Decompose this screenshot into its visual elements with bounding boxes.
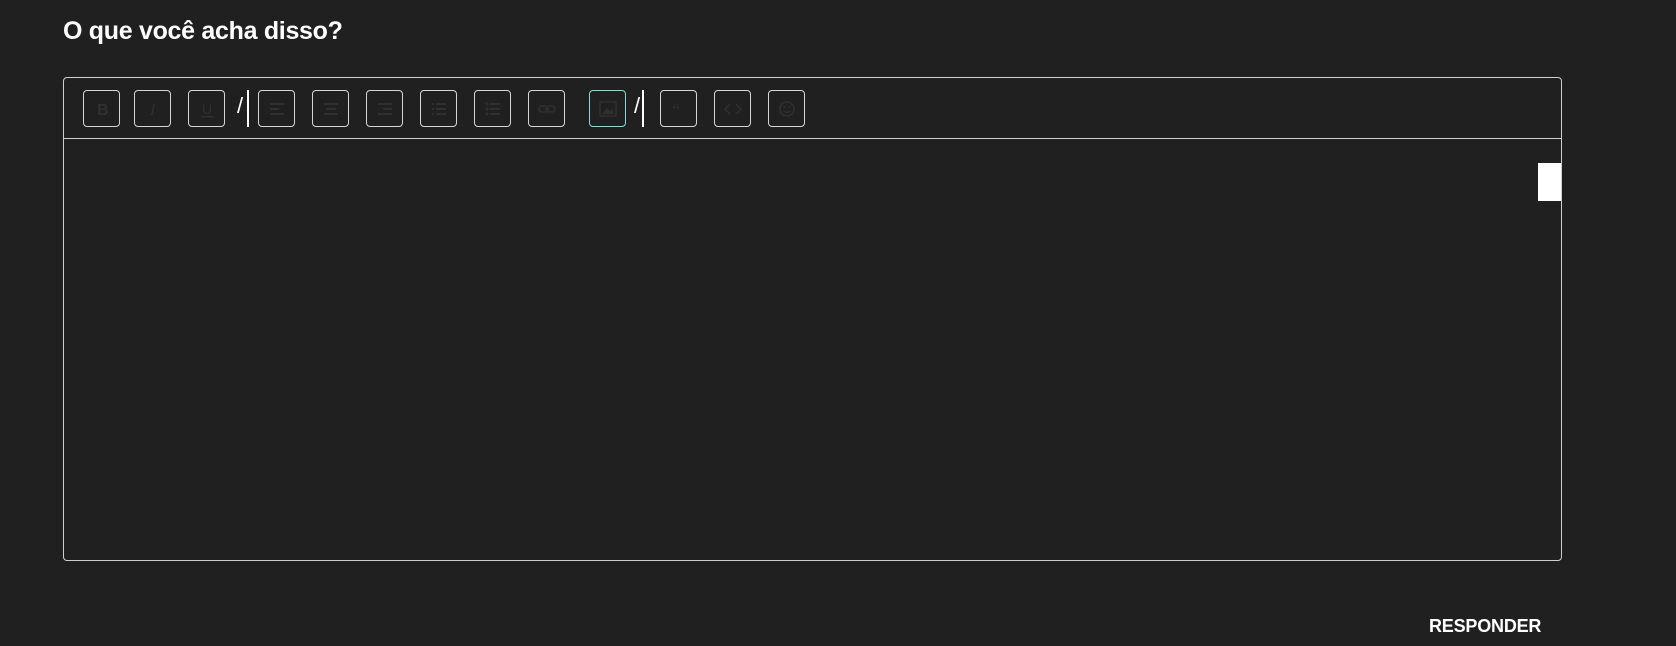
scrollbar-thumb[interactable] bbox=[1538, 163, 1561, 201]
italic-icon[interactable]: I bbox=[134, 90, 171, 127]
comment-form: O que você acha disso? B I U / / “ RESPO… bbox=[0, 0, 1676, 646]
underline-icon[interactable]: U bbox=[188, 90, 225, 127]
editor-toolbar: B I U / / “ bbox=[64, 78, 1561, 139]
align-left-icon[interactable] bbox=[258, 90, 295, 127]
list-bullet-icon[interactable] bbox=[474, 90, 511, 127]
svg-text:“: “ bbox=[672, 100, 680, 119]
toolbar-divider bbox=[642, 90, 644, 127]
emoji-icon[interactable] bbox=[768, 90, 805, 127]
list-ordered-icon[interactable] bbox=[420, 90, 457, 127]
rich-text-editor: B I U / / “ bbox=[63, 77, 1562, 561]
svg-text:B: B bbox=[97, 102, 109, 119]
svg-text:I: I bbox=[149, 102, 156, 119]
comment-heading: O que você acha disso? bbox=[63, 17, 343, 45]
align-right-icon[interactable] bbox=[366, 90, 403, 127]
reply-button[interactable]: RESPONDER bbox=[1429, 616, 1541, 637]
image-icon[interactable] bbox=[589, 90, 626, 127]
toolbar-separator: / bbox=[237, 93, 244, 118]
bold-icon[interactable]: B bbox=[83, 90, 120, 127]
align-center-icon[interactable] bbox=[312, 90, 349, 127]
svg-text:U: U bbox=[202, 101, 212, 117]
code-icon[interactable] bbox=[714, 90, 751, 127]
toolbar-separator: / bbox=[634, 93, 641, 118]
comment-text-area[interactable] bbox=[64, 139, 1561, 560]
link-icon[interactable] bbox=[528, 90, 565, 127]
quote-icon[interactable]: “ bbox=[660, 90, 697, 127]
toolbar-divider bbox=[247, 90, 249, 127]
